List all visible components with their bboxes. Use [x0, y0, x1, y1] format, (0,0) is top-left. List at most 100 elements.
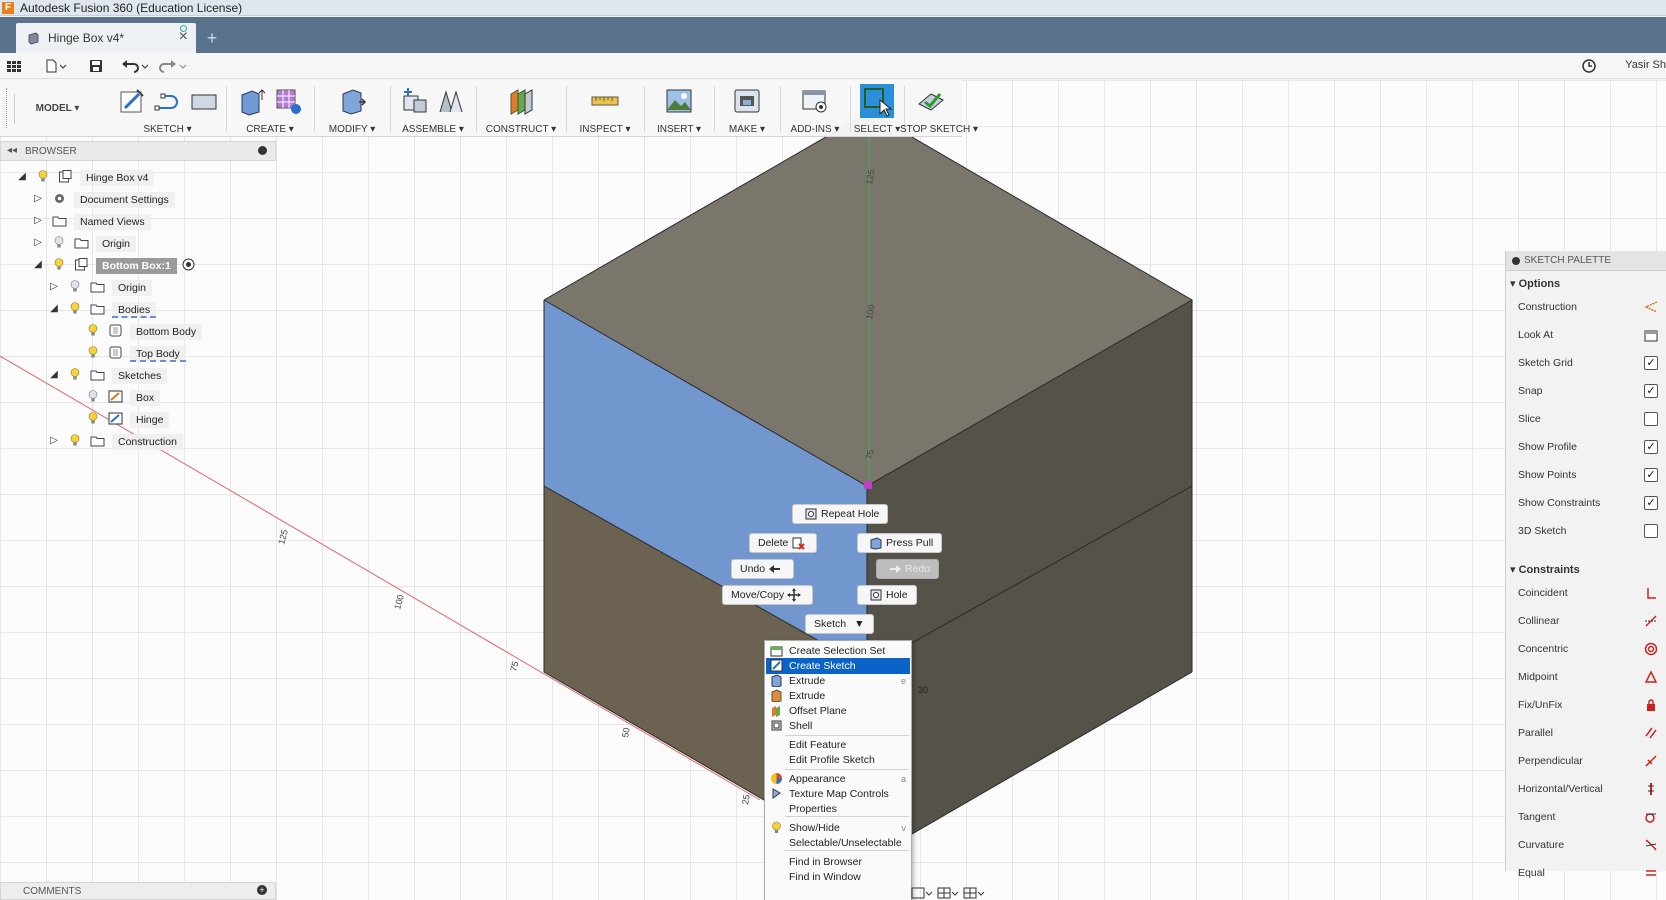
options-section-header[interactable]: ▾ Options: [1510, 277, 1560, 290]
collapse-panel-icon[interactable]: ◂◂: [7, 145, 17, 156]
make-group-label[interactable]: MAKE ▾: [716, 124, 778, 135]
viewports-icon[interactable]: [963, 887, 977, 899]
palette-option[interactable]: 3D Sketch: [1518, 521, 1658, 541]
visibility-bulb-icon[interactable]: [88, 390, 98, 402]
look-at-icon[interactable]: [1644, 328, 1658, 342]
insert-group[interactable]: INSERT ▾: [646, 80, 712, 137]
insert-image-icon[interactable]: [664, 86, 694, 116]
delete-button[interactable]: Delete: [749, 533, 818, 553]
expand-toggle-icon[interactable]: ▷: [32, 193, 44, 204]
visibility-bulb-icon[interactable]: [70, 280, 80, 292]
sketch-palette-header[interactable]: SKETCH PALETTE: [1506, 251, 1666, 271]
grid-settings-icon[interactable]: [937, 887, 951, 899]
inspect-group-label[interactable]: INSPECT ▾: [568, 124, 642, 135]
browser-node-label[interactable]: Named Views: [74, 214, 151, 230]
stop-sketch-icon[interactable]: [916, 86, 946, 116]
context-menu-item[interactable]: Find in Window: [766, 869, 910, 885]
context-menu-item[interactable]: Edit Feature: [766, 737, 910, 753]
add-ins-group-label[interactable]: ADD-INS ▾: [782, 124, 848, 135]
context-menu-item[interactable]: Extrude e: [766, 673, 910, 689]
constraint-tool[interactable]: Midpoint: [1518, 667, 1658, 687]
comments-panel[interactable]: COMMENTS +: [0, 882, 276, 900]
constraint-tool[interactable]: Equal: [1518, 863, 1658, 883]
workspace-switcher[interactable]: MODEL ▾: [14, 94, 100, 124]
constraint-tool[interactable]: Horizontal/Vertical: [1518, 779, 1658, 799]
expand-toggle-icon[interactable]: ◢: [48, 303, 60, 314]
constraint-tool[interactable]: Perpendicular: [1518, 751, 1658, 771]
palette-checkbox[interactable]: ✓: [1644, 496, 1658, 510]
expand-toggle-icon[interactable]: ▷: [32, 215, 44, 226]
job-status-clock-icon[interactable]: [1581, 56, 1597, 76]
press-pull-button[interactable]: Press Pull: [857, 533, 943, 553]
browser-node-label[interactable]: Bottom Box:1: [96, 258, 177, 274]
pattern-icon[interactable]: [273, 86, 303, 116]
visibility-bulb-icon[interactable]: [70, 302, 80, 314]
constraint-tool[interactable]: Curvature: [1518, 835, 1658, 855]
palette-option[interactable]: Slice: [1518, 409, 1658, 429]
visibility-bulb-icon[interactable]: [54, 258, 64, 270]
joint-icon[interactable]: [436, 86, 466, 116]
visibility-bulb-icon[interactable]: [88, 412, 98, 424]
constraints-section-header[interactable]: ▾ Constraints: [1510, 563, 1580, 576]
stop-sketch-group-label[interactable]: STOP SKETCH ▾: [900, 124, 978, 135]
data-panel-grid-icon[interactable]: [6, 56, 22, 76]
browser-node-label[interactable]: Box: [130, 390, 161, 406]
inspect-group[interactable]: INSPECT ▾: [568, 80, 642, 137]
sketch-group[interactable]: SKETCH ▾: [110, 80, 225, 137]
palette-option[interactable]: Snap ✓: [1518, 381, 1658, 401]
select-group[interactable]: SELECT ▾: [852, 80, 902, 137]
expand-toggle-icon[interactable]: ▷: [32, 237, 44, 248]
line-tool-icon[interactable]: [153, 86, 183, 116]
document-tab[interactable]: Hinge Box v4* ×: [16, 23, 196, 53]
browser-node-label[interactable]: Bodies: [112, 302, 157, 318]
context-menu-item[interactable]: Create Selection Set: [766, 643, 910, 659]
stop-sketch-group[interactable]: STOP SKETCH ▾: [900, 80, 978, 137]
palette-option[interactable]: Construction: [1518, 297, 1658, 317]
undo-icon[interactable]: [120, 56, 150, 76]
constraint-tool[interactable]: Tangent: [1518, 807, 1658, 827]
palette-option[interactable]: Show Constraints ✓: [1518, 493, 1658, 513]
construct-group[interactable]: CONSTRUCT ▾: [478, 80, 564, 137]
hole-button[interactable]: Hole: [857, 585, 917, 605]
browser-node-label[interactable]: Document Settings: [74, 192, 175, 208]
assemble-group[interactable]: ASSEMBLE ▾: [392, 80, 474, 137]
make-group[interactable]: MAKE ▾: [716, 80, 778, 137]
constraint-tool[interactable]: Coincident: [1518, 583, 1658, 603]
context-menu-item[interactable]: Find in Browser: [766, 854, 910, 870]
palette-checkbox[interactable]: [1644, 412, 1658, 426]
expand-toggle-icon[interactable]: ◢: [16, 171, 28, 182]
context-menu-item[interactable]: Shell: [766, 718, 910, 734]
visibility-bulb-icon[interactable]: [70, 368, 80, 380]
browser-node-label[interactable]: Hinge Box v4: [80, 170, 155, 186]
context-menu-item[interactable]: Texture Map Controls: [766, 786, 910, 802]
constraint-tool[interactable]: Collinear: [1518, 611, 1658, 631]
add-ins-group[interactable]: ADD-INS ▾: [782, 80, 848, 137]
select-group-label[interactable]: SELECT ▾: [852, 124, 902, 135]
visibility-bulb-icon[interactable]: [88, 324, 98, 336]
context-menu-item[interactable]: Extrude: [766, 688, 910, 704]
visibility-bulb-icon[interactable]: [70, 434, 80, 446]
browser-pin-icon[interactable]: [258, 146, 267, 155]
modify-group[interactable]: MODIFY ▾: [316, 80, 388, 137]
sketch-group-label[interactable]: SKETCH ▾: [110, 124, 225, 135]
constraint-tool[interactable]: Concentric: [1518, 639, 1658, 659]
move-copy-button[interactable]: Move/Copy: [722, 585, 814, 605]
context-menu-item[interactable]: Create Sketch: [766, 658, 910, 674]
palette-checkbox[interactable]: ✓: [1644, 440, 1658, 454]
context-menu-item[interactable]: Properties: [766, 801, 910, 817]
palette-checkbox[interactable]: [1644, 524, 1658, 538]
expand-toggle-icon[interactable]: ◢: [32, 259, 44, 270]
palette-option[interactable]: Sketch Grid ✓: [1518, 353, 1658, 373]
context-menu-item[interactable]: Selectable/Unselectable: [766, 835, 910, 851]
expand-toggle-icon[interactable]: ▷: [48, 435, 60, 446]
browser-node-label[interactable]: Hinge: [130, 412, 170, 428]
activate-component-icon[interactable]: [182, 258, 195, 271]
redo-icon[interactable]: [158, 56, 188, 76]
rectangle-tool-icon[interactable]: [189, 86, 219, 116]
browser-header[interactable]: ◂◂ BROWSER: [0, 141, 276, 161]
palette-option[interactable]: Show Profile ✓: [1518, 437, 1658, 457]
scripts-add-ins-icon[interactable]: [800, 86, 830, 116]
offset-plane-icon[interactable]: [506, 86, 536, 116]
palette-checkbox[interactable]: ✓: [1644, 356, 1658, 370]
display-settings-bar[interactable]: [908, 884, 988, 900]
